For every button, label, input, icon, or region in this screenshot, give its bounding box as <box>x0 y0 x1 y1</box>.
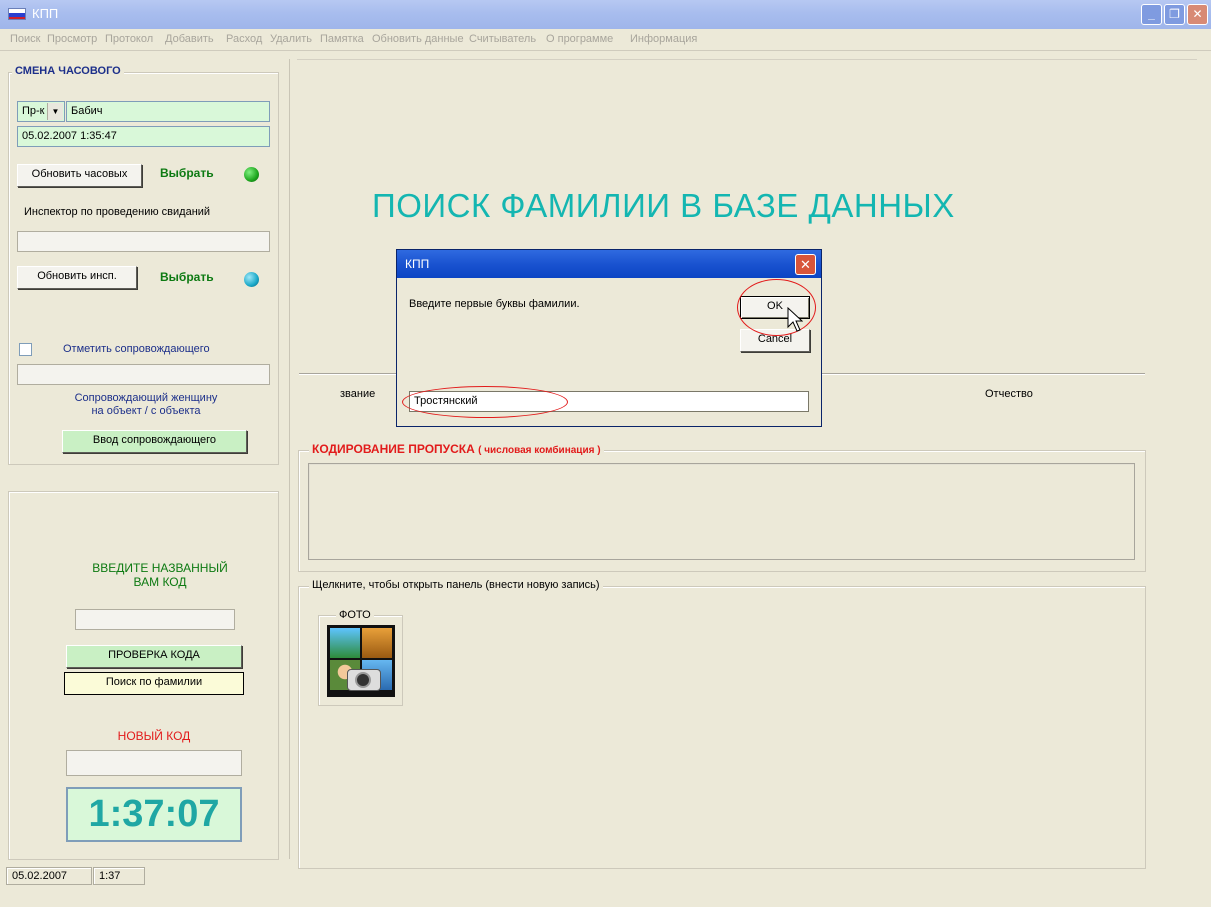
menu-item-about[interactable]: О программе <box>546 33 613 45</box>
dialog-title-bar[interactable]: КПП ✕ <box>397 250 821 278</box>
dialog-title: КПП <box>405 257 430 271</box>
annotation-ellipse-ok <box>737 279 816 336</box>
title-bar[interactable]: КПП _ ❐ ✕ <box>0 0 1211 29</box>
check-code-button[interactable]: ПРОВЕРКА КОДА <box>66 645 242 668</box>
top-separator <box>297 59 1197 60</box>
menu-item-refresh-data[interactable]: Обновить данные <box>372 33 464 45</box>
records-groupbox[interactable] <box>298 586 1146 869</box>
restore-button[interactable]: ❐ <box>1164 4 1185 25</box>
code-prompt-line1: ВВЕДИТЕ НАЗВАННЫЙ <box>92 561 228 575</box>
vertical-separator <box>289 59 290 859</box>
menu-item-protocol[interactable]: Протокол <box>105 33 153 45</box>
select-guard-link[interactable]: Выбрать <box>160 166 214 180</box>
column-header-patronymic: Отчество <box>985 388 1033 400</box>
window-title: КПП <box>32 6 59 21</box>
escort-checkbox[interactable] <box>19 343 32 356</box>
chevron-down-icon[interactable]: ▼ <box>47 103 63 120</box>
shift-caption: СМЕНА ЧАСОВОГО <box>12 65 124 77</box>
code-prompt-line2: ВАМ КОД <box>133 575 187 589</box>
menu-item-delete[interactable]: Удалить <box>270 33 312 45</box>
annotation-ellipse-input <box>402 386 568 418</box>
guard-name-field[interactable]: Бабич <box>66 101 270 122</box>
page-title: ПОИСК ФАМИЛИИ В БАЗЕ ДАННЫХ <box>372 187 955 224</box>
rank-select[interactable]: Пр-к ▼ <box>17 101 65 122</box>
menu-item-reader[interactable]: Считыватель <box>469 33 536 45</box>
escort-checkbox-label: Отметить сопровождающего <box>63 343 210 355</box>
update-inspector-button[interactable]: Обновить инсп. <box>17 266 137 289</box>
escort-note: Сопровождающий женщину на объект / с объ… <box>40 392 252 418</box>
code-prompt: ВВЕДИТЕ НАЗВАННЫЙ ВАМ КОД <box>60 561 260 589</box>
photo-icon[interactable] <box>327 625 395 697</box>
select-inspector-link[interactable]: Выбрать <box>160 270 214 284</box>
menu-item-info[interactable]: Информация <box>630 33 697 45</box>
column-header-rank: звание <box>340 388 376 400</box>
new-code-field[interactable] <box>66 750 242 776</box>
inspector-field[interactable] <box>17 231 270 252</box>
coding-caption: КОДИРОВАНИЕ ПРОПУСКА ( числовая комбинац… <box>309 442 604 456</box>
coding-caption-main: КОДИРОВАНИЕ ПРОПУСКА <box>312 442 475 456</box>
shift-datetime-field[interactable]: 05.02.2007 1:35:47 <box>17 126 270 147</box>
menu-bar: Поиск Просмотр Протокол Добавить Расход … <box>0 29 1211 51</box>
menu-item-search[interactable]: Поиск <box>10 33 40 45</box>
inspector-status-led <box>244 272 259 287</box>
main-window: КПП _ ❐ ✕ Поиск Просмотр Протокол Добави… <box>0 0 1211 907</box>
rank-select-value: Пр-к <box>22 105 45 117</box>
escort-input-button[interactable]: Ввод сопровождающего <box>62 430 247 453</box>
mouse-cursor-icon <box>787 307 803 332</box>
flag-icon <box>8 8 26 20</box>
escort-field[interactable] <box>17 364 270 385</box>
menu-item-add[interactable]: Добавить <box>165 33 214 45</box>
new-code-label: НОВЫЙ КОД <box>117 729 191 743</box>
status-date: 05.02.2007 <box>6 867 92 885</box>
coding-caption-sub: ( числовая комбинация ) <box>478 445 601 456</box>
escort-note-line1: Сопровождающий женщину <box>74 392 218 404</box>
escort-note-line2: на объект / с объекта <box>91 405 201 417</box>
records-caption: Щелкните, чтобы открыть панель (внести н… <box>309 579 603 591</box>
status-time: 1:37 <box>93 867 145 885</box>
close-button[interactable]: ✕ <box>1187 4 1208 25</box>
update-guards-button[interactable]: Обновить часовых <box>17 164 142 187</box>
photo-caption: ФОТО <box>336 609 374 621</box>
clock-display: 1:37:07 <box>66 787 242 842</box>
code-input[interactable] <box>75 609 235 630</box>
coding-area[interactable] <box>308 463 1135 560</box>
dialog-close-button[interactable]: ✕ <box>795 254 816 275</box>
dialog-prompt: Введите первые буквы фамилии. <box>409 298 580 310</box>
minimize-button[interactable]: _ <box>1141 4 1162 25</box>
menu-item-expense[interactable]: Расход <box>226 33 262 45</box>
menu-item-memo[interactable]: Памятка <box>320 33 364 45</box>
inspector-label: Инспектор по проведению свиданий <box>24 206 211 218</box>
search-by-surname-button[interactable]: Поиск по фамилии <box>64 672 244 695</box>
guard-status-led <box>244 167 259 182</box>
menu-item-view[interactable]: Просмотр <box>47 33 97 45</box>
